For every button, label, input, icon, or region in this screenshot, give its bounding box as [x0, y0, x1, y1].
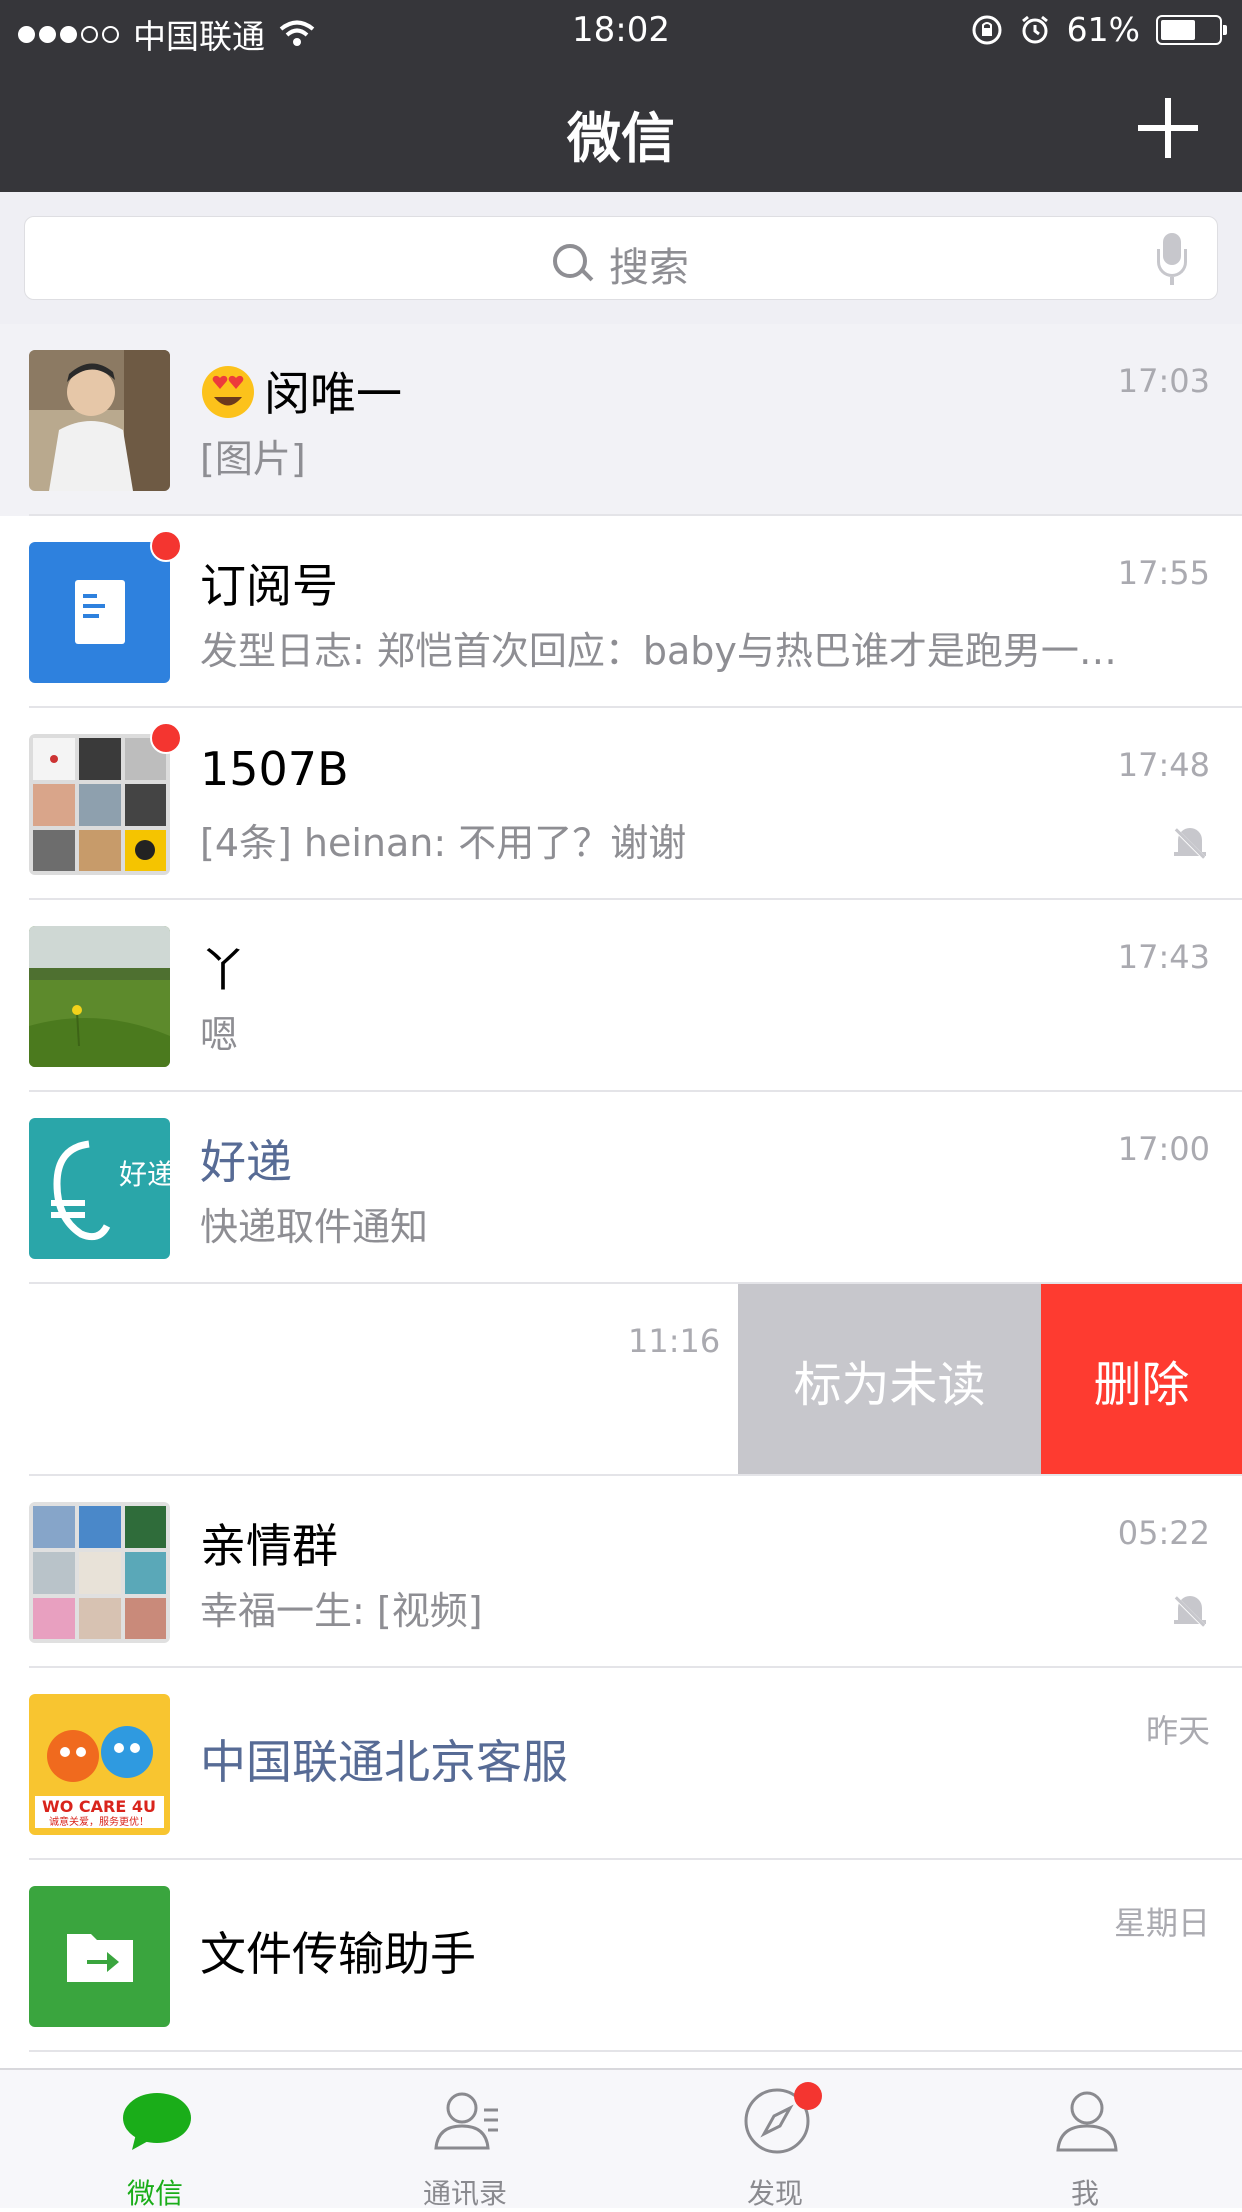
- chat-name: 闵唯一: [200, 358, 402, 424]
- avatar: [29, 926, 170, 1067]
- chat-preview: [4条] heinan: 不用了？谢谢: [200, 821, 687, 865]
- person-icon: [1056, 2091, 1118, 2152]
- tab-me[interactable]: 我: [930, 2070, 1240, 2210]
- chat-row[interactable]: 丫 嗯 17:43: [0, 900, 1242, 1092]
- search-icon: [553, 244, 593, 284]
- avatar: [29, 734, 170, 875]
- search-area: 搜索: [0, 192, 1242, 324]
- chat-time: 17:00: [1117, 1130, 1210, 1168]
- chat-row[interactable]: 1507B [4条] heinan: 不用了？谢谢 17:48: [0, 708, 1242, 900]
- tab-label: 发现: [746, 2177, 803, 2210]
- tab-bar: 微信 通讯录 发现 我: [0, 2068, 1242, 2210]
- status-bar: 中国联通 18:02 61%: [0, 0, 1242, 64]
- avatar: [29, 350, 170, 491]
- nav-bar: 微信: [0, 64, 1242, 192]
- avatar: 好递: [29, 1118, 170, 1259]
- chat-time: 17:03: [1117, 362, 1210, 400]
- avatar: [29, 1502, 170, 1643]
- battery-level: [1161, 19, 1195, 40]
- avatar-slogan-text: 诚意关爱，服务更优！: [49, 1815, 149, 1828]
- tab-label: 我: [1070, 2177, 1099, 2210]
- chat-name: 亲情群: [200, 1519, 338, 1573]
- chat-row[interactable]: WO CARE 4U 诚意关爱，服务更优！ 中国联通北京客服 昨天: [0, 1668, 1242, 1860]
- chat-preview: 嗯: [200, 1013, 239, 1057]
- avatar-text-hao: 好递: [119, 1158, 170, 1191]
- chat-name: 中国联通北京客服: [200, 1735, 568, 1789]
- mark-unread-button[interactable]: 标为未读: [738, 1284, 1041, 1476]
- chat-row[interactable]: 文件传输助手 星期日: [0, 1860, 1242, 2052]
- avatar: WO CARE 4U 诚意关爱，服务更优！: [29, 1694, 170, 1835]
- chat-list: 闵唯一 [图片] 17:03 订阅号 发型日志: 郑恺首次回应：baby与热巴谁…: [0, 324, 1242, 2052]
- chat-time: 星期日: [1113, 1904, 1210, 1942]
- chat-time: 17:48: [1117, 746, 1210, 784]
- chat-preview: 幸福一生: [视频]: [200, 1589, 483, 1633]
- chat-time: 11:16: [628, 1322, 721, 1360]
- chat-bubble-icon: [123, 2093, 191, 2150]
- chat-name: 好递: [200, 1135, 292, 1189]
- status-right: 61%: [971, 10, 1227, 49]
- contacts-icon: [434, 2092, 498, 2150]
- chat-row[interactable]: 订阅号 发型日志: 郑恺首次回应：baby与热巴谁才是跑男一… 17:55: [0, 516, 1242, 708]
- unread-dot: [150, 722, 182, 754]
- battery-percent: 61%: [1066, 10, 1140, 49]
- alarm-icon: [1021, 15, 1048, 43]
- add-button[interactable]: [1138, 98, 1198, 158]
- chat-row-swiped[interactable]: 11:16 标为未读 删除: [0, 1284, 1242, 1476]
- avatar: [29, 1886, 170, 2027]
- avatar: [29, 542, 170, 683]
- chat-time: 17:55: [1117, 554, 1210, 592]
- chat-row[interactable]: 好递 好递 快递取件通知 17:00: [0, 1092, 1242, 1284]
- chat-preview: [图片]: [200, 437, 306, 481]
- chat-name: 1507B: [200, 742, 349, 796]
- mute-bell-icon: [1170, 824, 1210, 864]
- tab-label: 通讯录: [422, 2177, 507, 2210]
- heart-eyes-emoji-icon: [202, 366, 254, 418]
- tab-contacts[interactable]: 通讯录: [310, 2070, 620, 2210]
- chat-time: 17:43: [1117, 938, 1210, 976]
- chat-time: 昨天: [1145, 1712, 1210, 1750]
- avatar-brand-text: WO CARE 4U: [42, 1797, 156, 1816]
- chat-name: 丫: [200, 943, 246, 997]
- chat-time: 05:22: [1117, 1514, 1210, 1552]
- search-input[interactable]: 搜索: [24, 216, 1218, 300]
- delete-button[interactable]: 删除: [1041, 1284, 1242, 1476]
- page-title: 微信: [567, 107, 675, 170]
- chat-name: 订阅号: [200, 559, 338, 613]
- search-placeholder: 搜索: [609, 245, 689, 291]
- chat-preview: 发型日志: 郑恺首次回应：baby与热巴谁才是跑男一…: [200, 629, 1117, 673]
- tab-label: 微信: [126, 2177, 183, 2210]
- chat-preview: 快递取件通知: [200, 1205, 429, 1249]
- mute-bell-icon: [1170, 1592, 1210, 1632]
- tab-discover[interactable]: 发现: [620, 2070, 930, 2210]
- tab-chats[interactable]: 微信: [0, 2070, 310, 2210]
- battery-icon: [1156, 14, 1227, 45]
- chat-row[interactable]: 亲情群 幸福一生: [视频] 05:22: [0, 1476, 1242, 1668]
- unread-dot: [150, 530, 182, 562]
- chat-row[interactable]: 闵唯一 [图片] 17:03: [0, 324, 1242, 516]
- chat-name: 文件传输助手: [200, 1927, 476, 1981]
- orientation-lock-icon: [972, 15, 1002, 44]
- discover-badge-dot: [794, 2082, 822, 2110]
- chat-name-text: 闵唯一: [264, 367, 402, 421]
- microphone-icon[interactable]: [1157, 233, 1187, 287]
- divider: [29, 2050, 1242, 2052]
